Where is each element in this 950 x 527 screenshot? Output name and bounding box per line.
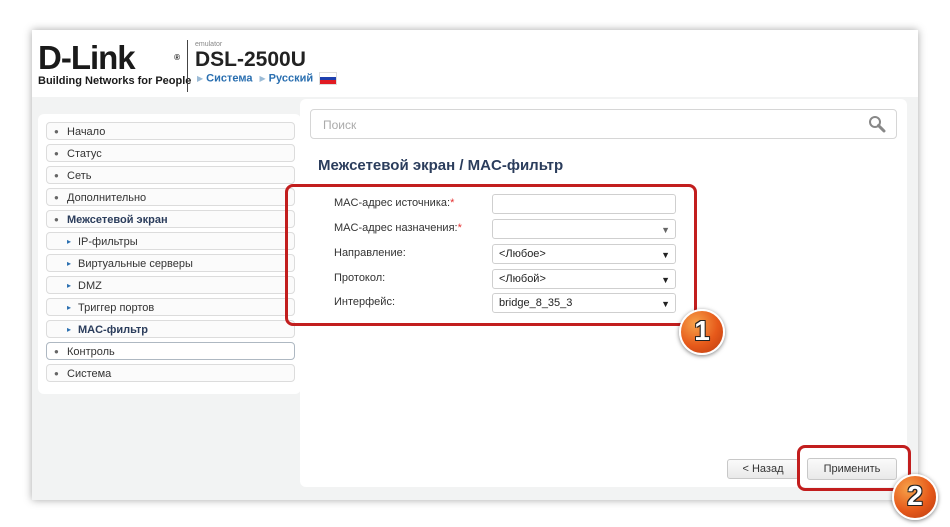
sidebar-item-label: Триггер портов (78, 302, 155, 314)
sidebar-item-label: Статус (67, 148, 102, 160)
sidebar-item-label: Виртуальные серверы (78, 258, 193, 270)
sidebar-item-firewall[interactable]: ● Межсетевой экран (46, 210, 295, 228)
dlink-logo: D-Link ® Building Networks for People (38, 39, 192, 88)
sidebar-item-control[interactable]: ● Контроль (46, 342, 295, 360)
logo-tagline: Building Networks for People (38, 75, 192, 87)
expand-arrow-icon: ● (54, 347, 59, 356)
sidebar-item-start[interactable]: ● Начало (46, 122, 295, 140)
sidebar-item-status[interactable]: ● Статус (46, 144, 295, 162)
chevron-right-icon: ▸ (67, 259, 72, 268)
sidebar-item-label: Контроль (67, 346, 115, 358)
sidebar-item-label: Дополнительно (67, 192, 147, 204)
sidebar-item-label: Начало (67, 126, 106, 138)
system-link[interactable]: Система (206, 72, 252, 84)
sidebar-item-mac-filter[interactable]: ▸ MAC-фильтр (46, 320, 295, 338)
sidebar-item-system[interactable]: ● Система (46, 364, 295, 382)
header-links: ▶ Система ▶ Русский (197, 72, 338, 85)
sidebar-item-dmz[interactable]: ▸ DMZ (46, 276, 295, 294)
sidebar-item-label: MAC-фильтр (78, 324, 148, 336)
chevron-right-icon: ▸ (67, 325, 72, 334)
search-icon[interactable] (868, 115, 886, 133)
arrow-right-icon: ▶ (197, 74, 204, 84)
sidebar-item-label: Система (67, 368, 112, 380)
sidebar-item-label: Сеть (67, 170, 92, 182)
arrow-right-icon: ▶ (259, 74, 266, 84)
search-input[interactable] (311, 110, 865, 140)
sidebar-item-label: Межсетевой экран (67, 214, 168, 226)
page-title: Межсетевой экран / MAC-фильтр (318, 157, 564, 174)
apply-highlight-box (797, 445, 911, 491)
model-name: DSL-2500U (195, 48, 306, 71)
sidebar-item-advanced[interactable]: ● Дополнительно (46, 188, 295, 206)
expand-arrow-icon: ● (54, 127, 59, 136)
sidebar-item-label: DMZ (78, 280, 102, 292)
step-1-badge: 1 (679, 309, 725, 355)
chevron-right-icon: ▸ (67, 303, 72, 312)
sidebar-item-port-trigger[interactable]: ▸ Триггер портов (46, 298, 295, 316)
header: D-Link ® Building Networks for People emu… (32, 30, 918, 97)
sidebar-item-network[interactable]: ● Сеть (46, 166, 295, 184)
sidebar-item-ip-filters[interactable]: ▸ IP-фильтры (46, 232, 295, 250)
form-highlight-box (285, 184, 697, 326)
sidebar-item-label: IP-фильтры (78, 236, 138, 248)
sidebar: ● Начало ● Статус ● Сеть ● Дополнительно… (38, 114, 301, 394)
chevron-right-icon: ▸ (67, 281, 72, 290)
russian-flag-icon[interactable] (319, 72, 338, 85)
language-link[interactable]: Русский (269, 72, 313, 84)
expand-arrow-icon: ● (54, 149, 59, 158)
logo-registered-mark: ® (174, 53, 180, 62)
chevron-right-icon: ▸ (67, 237, 72, 246)
header-divider (187, 40, 188, 92)
sidebar-item-virtual-servers[interactable]: ▸ Виртуальные серверы (46, 254, 295, 272)
back-button[interactable]: < Назад (727, 459, 799, 479)
expand-arrow-icon: ● (54, 193, 59, 202)
collapse-arrow-icon: ● (54, 215, 59, 224)
search-box (310, 109, 897, 140)
expand-arrow-icon: ● (54, 369, 59, 378)
logo-text: D-Link (38, 39, 136, 76)
step-2-badge: 2 (892, 474, 938, 520)
expand-arrow-icon: ● (54, 171, 59, 180)
emulator-label: emulator (195, 41, 223, 48)
